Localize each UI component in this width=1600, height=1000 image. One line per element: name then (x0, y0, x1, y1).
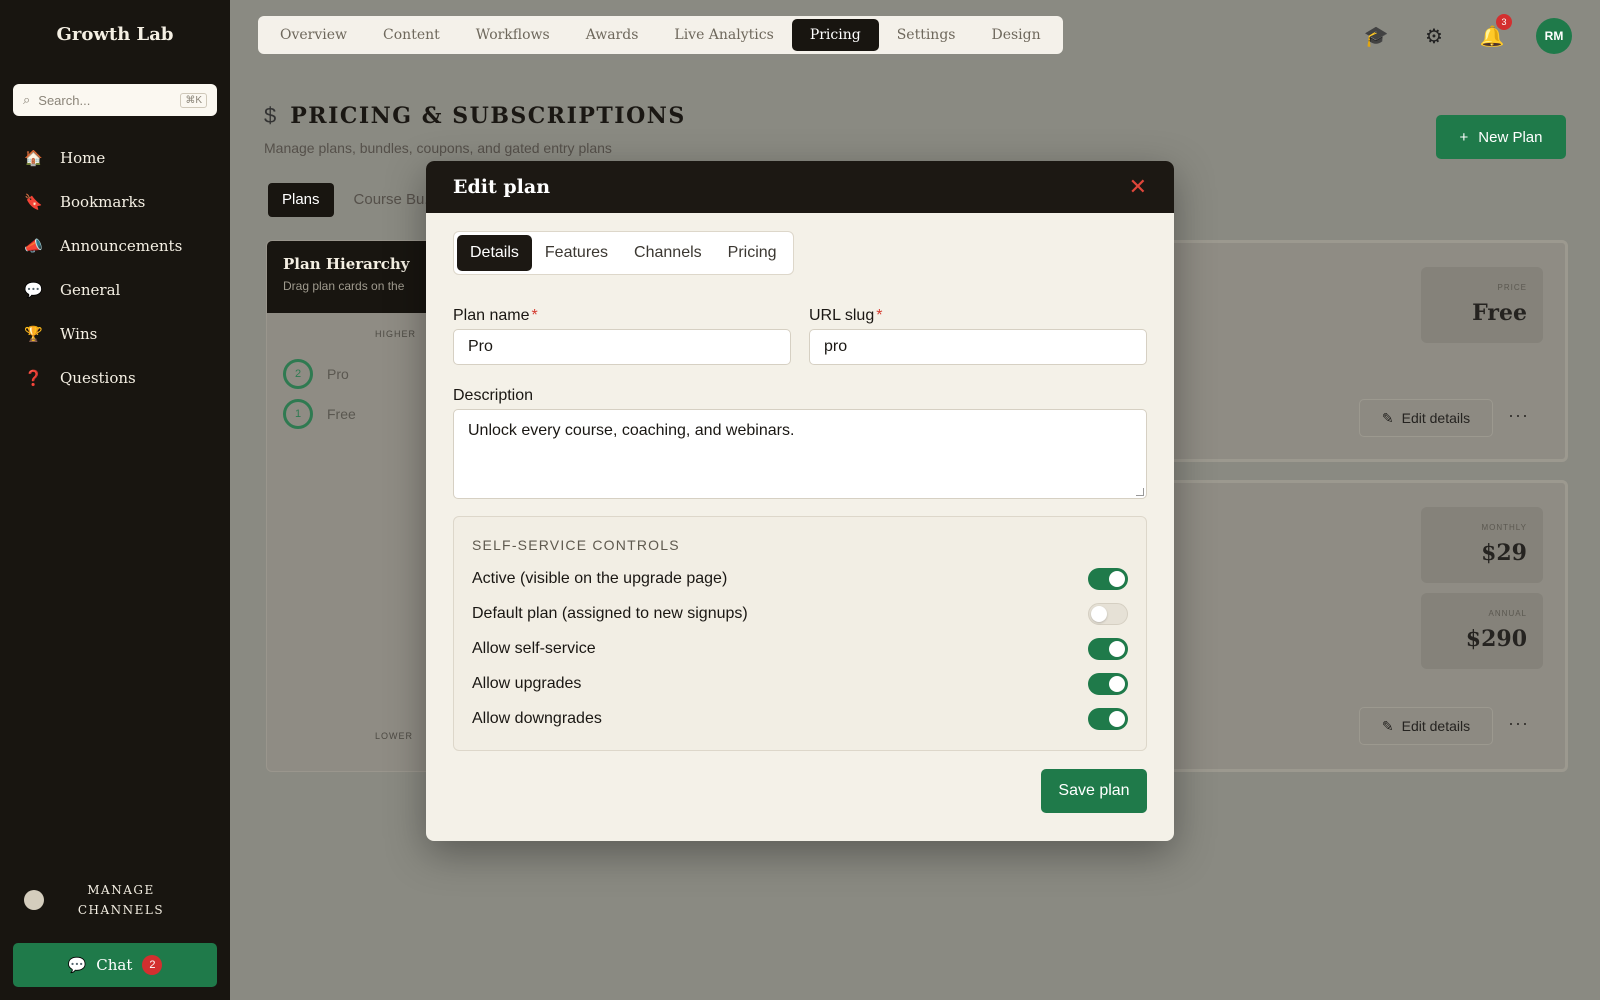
control-label: Default plan (assigned to new signups) (472, 605, 748, 622)
required-marker: * (876, 307, 883, 324)
controls-heading: SELF-SERVICE CONTROLS (472, 537, 680, 553)
control-label: Allow upgrades (472, 675, 582, 692)
control-row-upgrades: Allow upgrades (472, 672, 1128, 696)
self-service-controls: SELF-SERVICE CONTROLS Active (visible on… (453, 516, 1147, 751)
active-toggle[interactable] (1088, 568, 1128, 590)
url-slug-field[interactable]: pro (809, 329, 1147, 365)
resize-handle-icon[interactable] (1136, 488, 1144, 496)
plan-name-label-text: Plan name (453, 307, 530, 324)
upgrades-toggle[interactable] (1088, 673, 1128, 695)
save-plan-button[interactable]: Save plan (1041, 769, 1147, 813)
url-slug-label: URL slug * (809, 307, 882, 325)
close-icon[interactable]: ✕ (1129, 174, 1147, 200)
tab-details[interactable]: Details (457, 235, 532, 271)
modal-title: Edit plan (453, 176, 551, 198)
description-field[interactable]: Unlock every course, coaching, and webin… (453, 409, 1147, 499)
control-label: Allow downgrades (472, 710, 602, 727)
plan-name-field[interactable]: Pro (453, 329, 791, 365)
description-label: Description (453, 387, 534, 404)
control-row-downgrades: Allow downgrades (472, 707, 1128, 731)
edit-plan-modal: Edit plan ✕ Details Features Channels Pr… (426, 161, 1174, 841)
tab-features[interactable]: Features (532, 235, 621, 271)
self-service-toggle[interactable] (1088, 638, 1128, 660)
modal-header: Edit plan ✕ (426, 161, 1174, 213)
url-slug-label-text: URL slug (809, 307, 875, 324)
default-plan-toggle[interactable] (1088, 603, 1128, 625)
description-text: Unlock every course, coaching, and webin… (468, 422, 795, 439)
downgrades-toggle[interactable] (1088, 708, 1128, 730)
control-label: Allow self-service (472, 640, 596, 657)
required-marker: * (531, 307, 538, 324)
plan-name-label: Plan name * (453, 307, 538, 325)
tab-channels[interactable]: Channels (621, 235, 715, 271)
control-row-active: Active (visible on the upgrade page) (472, 567, 1128, 591)
control-label: Active (visible on the upgrade page) (472, 570, 728, 587)
tab-pricing[interactable]: Pricing (715, 235, 790, 271)
control-row-default-plan: Default plan (assigned to new signups) (472, 602, 1128, 626)
modal-tabs: Details Features Channels Pricing (453, 231, 794, 275)
control-row-self-service: Allow self-service (472, 637, 1128, 661)
